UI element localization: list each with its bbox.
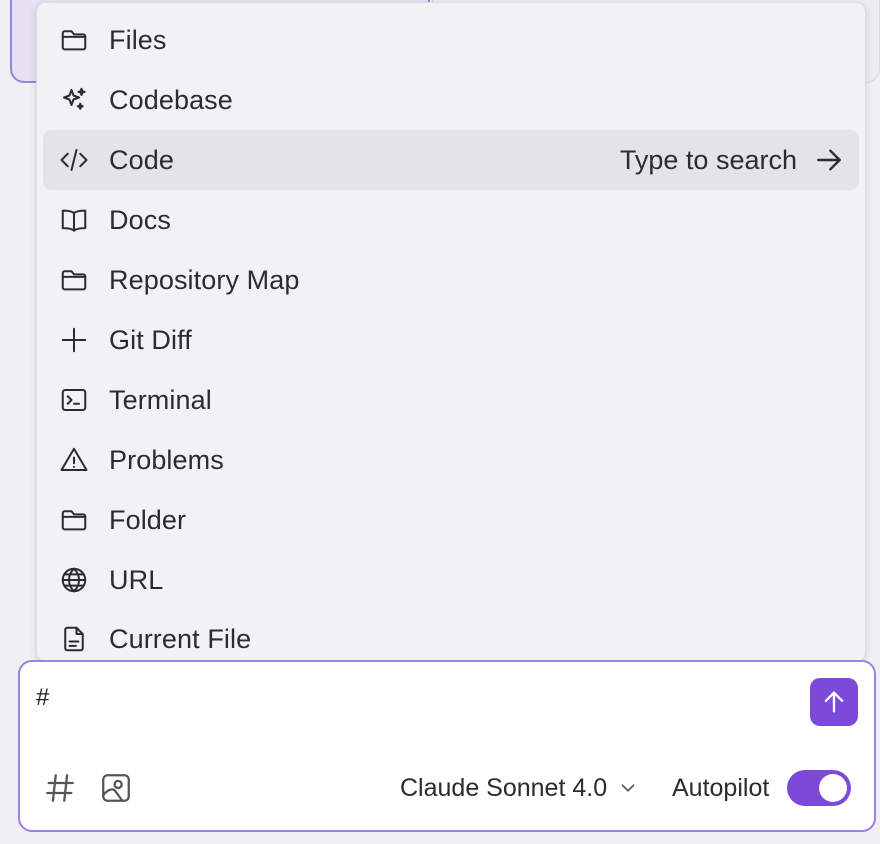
folder-icon: [57, 503, 91, 537]
menu-item-url[interactable]: URL: [43, 550, 859, 610]
menu-item-label: Folder: [109, 504, 187, 535]
hash-icon: [46, 774, 74, 802]
menu-item-terminal[interactable]: Terminal: [43, 370, 859, 430]
menu-item-current-file[interactable]: Current File: [43, 609, 859, 661]
warning-icon: [57, 443, 91, 477]
menu-item-label: Problems: [109, 444, 224, 475]
model-selector[interactable]: Claude Sonnet 4.0: [400, 768, 639, 808]
chevron-down-icon: [621, 784, 635, 792]
globe-icon: [57, 563, 91, 597]
menu-item-code[interactable]: Code Type to search: [43, 130, 859, 190]
book-icon: [57, 203, 91, 237]
folder-icon: [57, 263, 91, 297]
plus-icon: [57, 323, 91, 357]
terminal-icon: [57, 383, 91, 417]
code-icon: [57, 143, 91, 177]
menu-item-label: Docs: [109, 204, 171, 235]
autopilot-toggle[interactable]: [787, 770, 851, 806]
menu-item-git-diff[interactable]: Git Diff: [43, 310, 859, 370]
sparkles-icon: [57, 83, 91, 117]
toggle-knob: [819, 774, 847, 802]
menu-item-repository-map[interactable]: Repository Map: [43, 250, 859, 310]
menu-item-label: Git Diff: [109, 324, 192, 355]
menu-item-label: Code: [109, 144, 174, 175]
menu-item-files[interactable]: Files: [43, 10, 859, 70]
file-icon: [57, 622, 91, 656]
menu-item-label: Current File: [109, 623, 252, 654]
menu-item-problems[interactable]: Problems: [43, 430, 859, 490]
menu-item-label: Repository Map: [109, 264, 300, 295]
search-hint-text: Type to search: [619, 144, 797, 175]
menu-item-label: Codebase: [109, 84, 233, 115]
autopilot-label: Autopilot: [672, 774, 770, 802]
send-button[interactable]: [810, 678, 858, 726]
folder-icon: [57, 23, 91, 57]
menu-item-codebase[interactable]: Codebase: [43, 70, 859, 130]
menu-item-label: URL: [109, 564, 164, 595]
menu-item-folder[interactable]: Folder: [43, 490, 859, 550]
chat-input[interactable]: #: [36, 684, 49, 712]
chat-composer: # Claude Sonnet 4.0 Autopilot: [18, 660, 876, 832]
menu-item-docs[interactable]: Docs: [43, 190, 859, 250]
menu-item-label: Terminal: [109, 384, 212, 415]
context-mention-menu: Files Codebase Code Type to search Docs …: [36, 2, 866, 662]
arrow-up-icon: [824, 691, 844, 713]
image-icon: [102, 774, 130, 802]
add-context-button[interactable]: [40, 768, 80, 808]
menu-item-label: Files: [109, 24, 167, 55]
arrow-right-icon: [817, 149, 841, 171]
attach-image-button[interactable]: [96, 768, 136, 808]
search-hint: Type to search: [620, 144, 845, 176]
model-name: Claude Sonnet 4.0: [400, 773, 608, 802]
